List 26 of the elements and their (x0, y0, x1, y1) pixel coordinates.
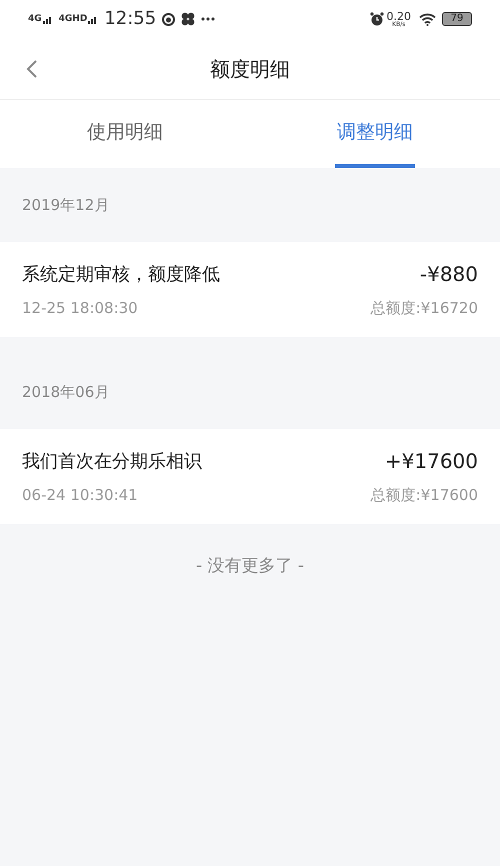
tab[interactable]: 使用明细 (85, 100, 165, 168)
total-limit: 总额度:¥17600 (370, 485, 478, 506)
end-note: - 没有更多了 - (196, 555, 304, 578)
tab[interactable]: 调整明细 (335, 100, 415, 168)
network-speed: 0.20 (386, 10, 411, 22)
network-label: 4GHD (58, 14, 88, 24)
signal-icon (42, 16, 53, 24)
signal-icon (88, 16, 98, 24)
app-icon (162, 12, 176, 26)
network-label: 4G (28, 14, 42, 24)
back-icon[interactable] (26, 59, 38, 79)
record-title: 系统定期审核，额度降低 (22, 262, 220, 287)
page-title: 额度明细 (210, 56, 290, 82)
wifi-icon (419, 12, 436, 26)
clock-time: 12:55 (104, 10, 156, 28)
battery-indicator: 79 (442, 12, 472, 26)
total-limit: 总额度:¥16720 (370, 298, 478, 320)
amount: +¥17600 (384, 448, 478, 476)
record-time: 12-25 18:08:30 (22, 298, 138, 320)
month-label: 2019年12月 (22, 194, 110, 216)
alarm-icon (370, 12, 384, 26)
record-title: 我们首次在分期乐相识 (22, 450, 202, 474)
month-label: 2018年06月 (22, 382, 110, 403)
amount: -¥880 (420, 261, 478, 288)
more-icon (201, 17, 216, 21)
record-time: 06-24 10:30:41 (22, 485, 138, 506)
